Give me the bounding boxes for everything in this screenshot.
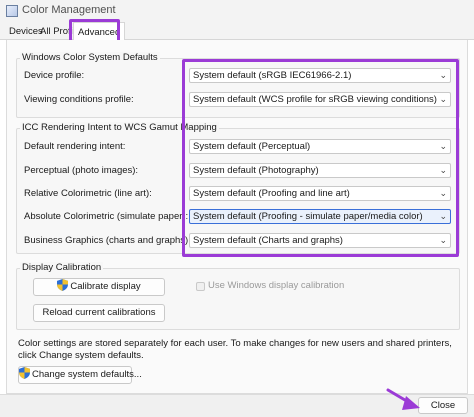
chevron-down-icon: ⌄: [439, 165, 447, 175]
viewing-conditions-select[interactable]: System default (WCS profile for sRGB vie…: [189, 92, 451, 107]
default-intent-label: Default rendering intent:: [24, 141, 126, 152]
absolute-colorimetric-value: System default (Proofing - simulate pape…: [193, 211, 423, 222]
wcs-defaults-group: [16, 58, 460, 118]
relative-colorimetric-select[interactable]: System default (Proofing and line art) ⌄: [189, 186, 451, 201]
absolute-colorimetric-label: Absolute Colorimetric (simulate paper):: [24, 211, 189, 222]
perceptual-value: System default (Photography): [193, 165, 319, 176]
chevron-down-icon: ⌄: [439, 211, 447, 221]
device-profile-select[interactable]: System default (sRGB IEC61966-2.1) ⌄: [189, 68, 451, 83]
reload-calibrations-button[interactable]: Reload current calibrations: [33, 304, 165, 322]
uac-shield-icon: [57, 279, 69, 291]
chevron-down-icon: ⌄: [439, 94, 447, 104]
viewing-conditions-label: Viewing conditions profile:: [24, 94, 134, 105]
close-button[interactable]: Close: [418, 397, 468, 414]
chevron-down-icon: ⌄: [439, 188, 447, 198]
wcs-defaults-title: Windows Color System Defaults: [20, 52, 160, 64]
perceptual-select[interactable]: System default (Photography) ⌄: [189, 163, 451, 178]
use-windows-calibration-checkbox[interactable]: [196, 282, 205, 291]
chevron-down-icon: ⌄: [439, 141, 447, 151]
default-intent-value: System default (Perceptual): [193, 141, 311, 152]
device-profile-label: Device profile:: [24, 70, 85, 81]
business-graphics-select[interactable]: System default (Charts and graphs) ⌄: [189, 233, 451, 248]
arrow-annotation-icon: [386, 388, 420, 410]
calibrate-display-button[interactable]: Calibrate display: [33, 278, 165, 296]
uac-shield-icon: [19, 367, 30, 379]
business-graphics-value: System default (Charts and graphs): [193, 235, 343, 246]
absolute-colorimetric-select[interactable]: System default (Proofing - simulate pape…: [189, 209, 451, 224]
calibrate-display-label: Calibrate display: [70, 281, 141, 292]
window-title: Color Management: [22, 4, 116, 16]
tab-advanced[interactable]: Advanced: [73, 22, 126, 41]
color-management-app-icon: [6, 5, 18, 17]
icc-mapping-title: ICC Rendering Intent to WCS Gamut Mappin…: [20, 122, 219, 134]
business-graphics-label: Business Graphics (charts and graphs):: [24, 235, 191, 246]
info-text: Color settings are stored separately for…: [18, 338, 452, 361]
change-system-defaults-label: Change system defaults...: [32, 369, 142, 380]
relative-colorimetric-value: System default (Proofing and line art): [193, 188, 350, 199]
perceptual-label: Perceptual (photo images):: [24, 165, 139, 176]
default-intent-select[interactable]: System default (Perceptual) ⌄: [189, 139, 451, 154]
relative-colorimetric-label: Relative Colorimetric (line art):: [24, 188, 152, 199]
viewing-conditions-value: System default (WCS profile for sRGB vie…: [193, 94, 437, 105]
display-calibration-title: Display Calibration: [20, 262, 104, 274]
chevron-down-icon: ⌄: [439, 235, 447, 245]
use-windows-calibration-label: Use Windows display calibration: [208, 280, 345, 291]
device-profile-value: System default (sRGB IEC61966-2.1): [193, 70, 352, 81]
change-system-defaults-button[interactable]: Change system defaults...: [18, 366, 142, 384]
chevron-down-icon: ⌄: [439, 70, 447, 80]
